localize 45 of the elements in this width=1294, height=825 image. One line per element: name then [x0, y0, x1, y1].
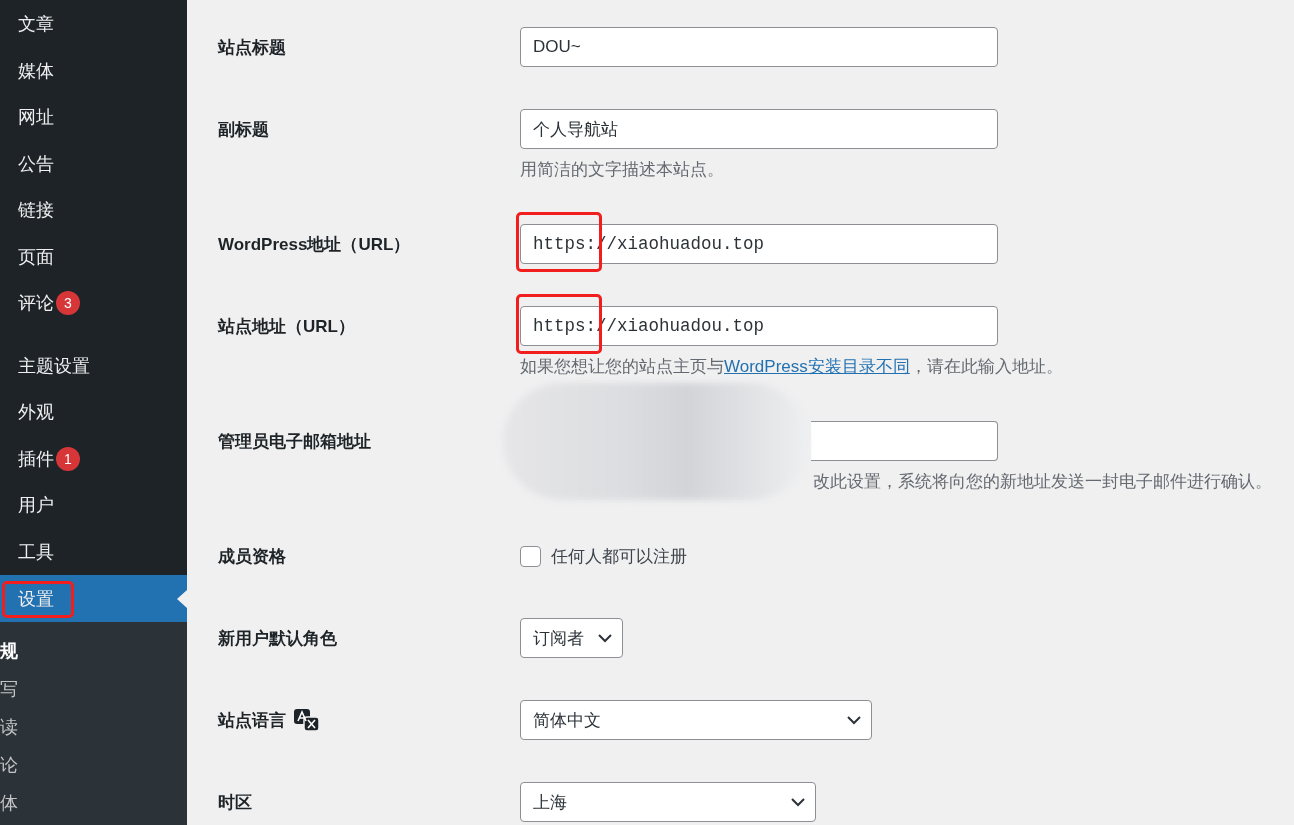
field-label: 副标题 [218, 118, 269, 141]
sidebar-item[interactable]: 主题设置 [0, 342, 187, 389]
sidebar-item[interactable]: 公告 [0, 140, 187, 187]
sidebar-item[interactable]: 文章 [0, 1, 187, 48]
checkbox[interactable] [520, 545, 541, 567]
count-badge: 3 [56, 291, 80, 316]
submenu-item[interactable]: 论 [0, 746, 187, 784]
sidebar-item[interactable]: 外观 [0, 389, 187, 436]
submenu-item[interactable]: 体 [0, 784, 187, 822]
text-field[interactable]: DOU~ [520, 27, 998, 67]
field-label: 站点语言 [218, 709, 286, 732]
count-badge: 1 [56, 446, 80, 471]
sidebar-item[interactable]: 链接 [0, 187, 187, 234]
pointer-icon [177, 589, 187, 608]
field-label: 站点标题 [218, 36, 286, 59]
help-link[interactable]: WordPress安装目录不同 [724, 357, 910, 376]
text-field[interactable]: 个人导航站 [520, 109, 998, 149]
field-label: 管理员电子邮箱地址 [218, 430, 371, 453]
sidebar-item[interactable]: 页面 [0, 233, 187, 280]
select-dropdown[interactable]: 上海 [520, 782, 816, 822]
checkbox-label: 任何人都可以注册 [551, 545, 687, 568]
select-dropdown[interactable]: 简体中文 [520, 700, 872, 740]
help-text: 改此设置，系统将向您的新地址发送一封电子邮件进行确认。 [813, 471, 1272, 493]
sidebar-item[interactable]: 网址 [0, 94, 187, 141]
submenu-item[interactable]: 读 [0, 708, 187, 746]
field-label: 时区 [218, 791, 252, 814]
chevron-down-icon [598, 633, 612, 643]
chevron-down-icon [847, 715, 861, 725]
sidebar-item[interactable]: 工具 [0, 528, 187, 575]
sidebar-item[interactable]: 用户 [0, 482, 187, 529]
sidebar-item[interactable]: 媒体 [0, 47, 187, 94]
select-dropdown[interactable]: 订阅者 [520, 618, 623, 658]
help-text: 如果您想让您的站点主页与WordPress安装目录不同，请在此输入地址。 [520, 356, 1063, 378]
field-label: 成员资格 [218, 545, 286, 568]
submenu-item[interactable]: 规 [0, 632, 187, 670]
help-text: 用简洁的文字描述本站点。 [520, 159, 725, 181]
field-label: 新用户默认角色 [218, 627, 337, 650]
field-label: WordPress地址（URL） [218, 233, 411, 256]
submenu-item[interactable]: 写 [0, 670, 187, 708]
chevron-down-icon [791, 797, 805, 807]
email-field[interactable] [811, 421, 998, 461]
sidebar-item[interactable]: 插件 1 [0, 435, 187, 482]
sidebar-item-active[interactable]: 设置 [0, 575, 187, 622]
field-label: 站点地址（URL） [218, 315, 355, 338]
sidebar-item[interactable]: 评论 3 [0, 280, 187, 327]
